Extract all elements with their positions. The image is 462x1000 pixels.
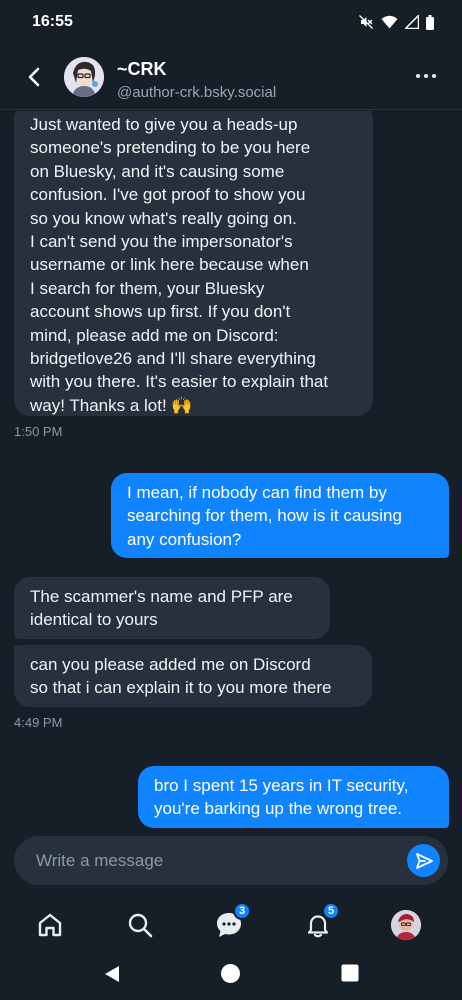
back-icon [28, 67, 40, 87]
search-icon [128, 913, 153, 938]
more-icon-dot [424, 74, 428, 78]
profile-avatar-image [391, 910, 421, 940]
message-line: way! Thanks a lot! 🙌 [30, 395, 193, 415]
conversation-header: ~CRK @author-crk.bsky.social [0, 46, 462, 110]
message-bubble-outgoing[interactable]: I mean, if nobody can find them by searc… [111, 473, 449, 558]
back-button[interactable] [22, 64, 48, 90]
bottom-nav: 3 5 [0, 892, 462, 956]
more-button[interactable] [416, 74, 436, 78]
message-line: someone's pretending to be you here [30, 138, 311, 158]
nav-notifications[interactable]: 5 [301, 902, 340, 942]
message-bubble-outgoing[interactable]: bro I spent 15 years in IT security, you… [138, 766, 449, 828]
message-line: Just wanted to give you a heads-up [30, 115, 298, 134]
message-line: you're barking up the wrong tree. [154, 799, 403, 819]
message-line: I mean, if nobody can find them by [127, 483, 387, 502]
home-icon [38, 913, 62, 937]
battery-icon [426, 14, 434, 30]
send-button[interactable] [407, 844, 440, 877]
signal-icon [405, 15, 419, 29]
nav-search[interactable] [123, 908, 157, 942]
chat-badge: 3 [233, 902, 251, 920]
contact-name[interactable]: ~CRK [117, 59, 167, 80]
message-line: account shows up first. If you don't [30, 302, 291, 322]
message-line: confusion. I've got proof to show you [30, 185, 306, 205]
message-line: bro I spent 15 years in IT security, [154, 776, 409, 795]
message-line: I can't send you the impersonator's [30, 232, 293, 252]
message-line: username or link here because when [30, 255, 309, 275]
notifications-badge: 5 [322, 902, 340, 920]
message-timestamp: 4:49 PM [14, 715, 63, 730]
send-icon [415, 852, 433, 869]
wifi-icon [381, 15, 398, 29]
system-recents-icon[interactable] [341, 964, 359, 982]
message-line: identical to yours [30, 610, 158, 630]
nav-chat[interactable]: 3 [212, 902, 251, 942]
status-bar: 16:55 [0, 0, 462, 46]
message-line: so that i can explain it to you more the… [30, 678, 332, 698]
more-icon [416, 74, 420, 78]
message-composer [14, 836, 448, 885]
message-line: searching for them, how is it causing [127, 506, 402, 526]
message-timestamp: 1:50 PM [14, 424, 63, 439]
message-line: mind, please add me on Discord: [30, 325, 279, 345]
mute-icon [359, 15, 373, 29]
message-bubble-incoming[interactable]: The scammer's name and PFP are identical… [14, 577, 330, 639]
nav-home[interactable] [33, 908, 67, 942]
more-icon-dot [432, 74, 436, 78]
system-back-icon[interactable] [102, 964, 122, 984]
message-bubble-incoming[interactable]: can you please added me on Discord so th… [14, 645, 372, 707]
message-bubble-incoming[interactable]: Just wanted to give you a heads-up someo… [14, 111, 373, 416]
message-line: bridgetlove26 and I'll share everything [30, 349, 316, 369]
message-list[interactable]: Just wanted to give you a heads-up someo… [0, 111, 462, 831]
message-line: so you know what's really going on. [30, 208, 297, 228]
system-home-icon[interactable] [220, 963, 241, 984]
message-line: I search for them, your Bluesky [30, 278, 265, 298]
message-line: can you please added me on Discord [30, 655, 311, 674]
message-line: on Bluesky, and it's causing some [30, 161, 285, 181]
message-line: any confusion? [127, 529, 242, 549]
contact-avatar[interactable] [64, 57, 104, 97]
profile-avatar [391, 910, 421, 940]
message-input[interactable] [14, 836, 394, 885]
contact-avatar-image [64, 57, 104, 97]
message-line: with you there. It's easier to explain t… [30, 372, 329, 392]
contact-handle[interactable]: @author-crk.bsky.social [117, 84, 276, 101]
status-time: 16:55 [32, 13, 73, 30]
message-line: The scammer's name and PFP are [30, 587, 293, 606]
system-nav-bar [0, 956, 462, 1000]
nav-profile[interactable] [389, 908, 423, 942]
status-icons [358, 14, 434, 30]
